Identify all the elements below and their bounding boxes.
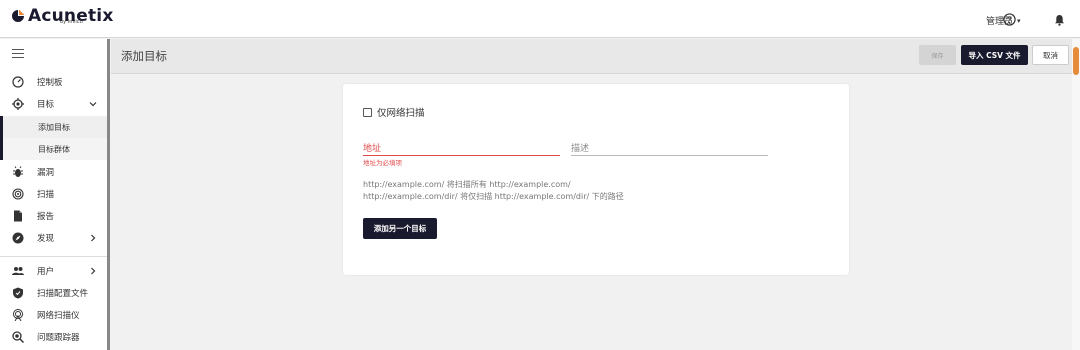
- chevron-right-icon: [91, 234, 96, 242]
- sidebar-item-reports[interactable]: 报告: [0, 205, 107, 227]
- address-input[interactable]: [363, 141, 560, 157]
- sidebar-item-label: 扫描配置文件: [37, 289, 89, 299]
- sidebar-item-label: 目标: [37, 100, 55, 110]
- caret-down-icon: ▾: [1017, 16, 1021, 25]
- import-csv-button[interactable]: 导入 CSV 文件: [961, 45, 1028, 65]
- compass-icon: [12, 232, 24, 244]
- network-only-label: 仅网络扫描: [377, 108, 425, 119]
- scrollbar-thumb[interactable]: [1073, 47, 1079, 75]
- sidebar-item-scans[interactable]: 扫描: [0, 183, 107, 205]
- add-another-target-button[interactable]: 添加另一个目标: [363, 218, 437, 239]
- top-bar: Acunetix by Invicti 管理员 ▾: [0, 0, 1080, 38]
- description-field-wrapper: [571, 136, 768, 157]
- radar-icon: [12, 188, 24, 200]
- target-icon: [12, 98, 24, 110]
- network-only-checkbox-row[interactable]: 仅网络扫描: [363, 105, 425, 119]
- brand-byline: by Invicti: [60, 19, 83, 25]
- document-icon: [14, 210, 22, 222]
- sidebar-item-label: 扫描: [37, 190, 55, 200]
- sidebar-item-scan-profiles[interactable]: 扫描配置文件: [0, 282, 107, 304]
- sidebar-divider: [0, 256, 107, 257]
- shield-icon: [13, 287, 23, 299]
- sidebar-item-label: 发现: [37, 234, 55, 244]
- sidebar-item-label: 用户: [37, 267, 55, 277]
- hint-text-line-2: http://example.com/dir/ 将仅扫描 http://exam…: [363, 192, 624, 201]
- sidebar-item-label: 漏洞: [37, 168, 55, 178]
- page-scrollbar[interactable]: [1072, 39, 1080, 350]
- sidebar-item-label: 添加目标: [38, 122, 70, 132]
- sidebar-item-label: 报告: [37, 212, 55, 222]
- sidebar-item-label: 问题跟踪器: [37, 333, 80, 343]
- sidebar-item-issue-trackers[interactable]: 问题跟踪器: [0, 326, 107, 348]
- address-field-wrapper: [363, 136, 560, 157]
- sidebar-item-vulnerabilities[interactable]: 漏洞: [0, 161, 107, 183]
- cancel-button[interactable]: 取消: [1032, 45, 1069, 65]
- description-input[interactable]: [571, 141, 768, 157]
- address-error-message: 地址为必填项: [363, 159, 402, 167]
- network-scan-icon: [13, 309, 23, 321]
- sidebar-item-network-scanner[interactable]: 网络扫描仪: [0, 304, 107, 326]
- add-target-card: 仅网络扫描 地址为必填项 http://example.com/ 将扫描所有 h…: [343, 84, 849, 275]
- sidebar-item-targets[interactable]: 目标: [0, 93, 107, 115]
- hamburger-menu-icon[interactable]: [12, 49, 24, 59]
- search-bug-icon: [12, 331, 24, 343]
- network-only-checkbox[interactable]: [363, 107, 372, 117]
- sidebar: 控制板 目标 添加目标 目标群体 漏洞 扫描 报告 发现 用户 扫描配置文件 网…: [0, 39, 110, 350]
- acunetix-logo-icon: [12, 9, 25, 22]
- sidebar-item-label: 控制板: [37, 78, 63, 88]
- chevron-down-icon: [89, 102, 97, 107]
- help-icon[interactable]: [1003, 13, 1016, 26]
- hint-text-line-1: http://example.com/ 将扫描所有 http://example…: [363, 180, 571, 189]
- sidebar-item-dashboard[interactable]: 控制板: [0, 71, 107, 93]
- sidebar-item-label: 目标群体: [38, 144, 70, 154]
- sidebar-item-discovery[interactable]: 发现: [0, 227, 107, 249]
- sidebar-item-users[interactable]: 用户: [0, 260, 107, 282]
- chevron-right-icon: [91, 267, 96, 275]
- speedometer-icon: [12, 76, 24, 88]
- bug-icon: [13, 166, 23, 177]
- page-header: 添加目标 保存 导入 CSV 文件 取消: [111, 39, 1080, 74]
- sidebar-item-label: 网络扫描仪: [37, 311, 80, 321]
- page-title: 添加目标: [121, 49, 167, 63]
- bell-icon[interactable]: [1054, 14, 1065, 26]
- sidebar-item-add-target[interactable]: 添加目标: [0, 116, 107, 138]
- save-button[interactable]: 保存: [919, 45, 956, 65]
- sidebar-item-target-groups[interactable]: 目标群体: [0, 138, 107, 160]
- users-icon: [12, 267, 24, 275]
